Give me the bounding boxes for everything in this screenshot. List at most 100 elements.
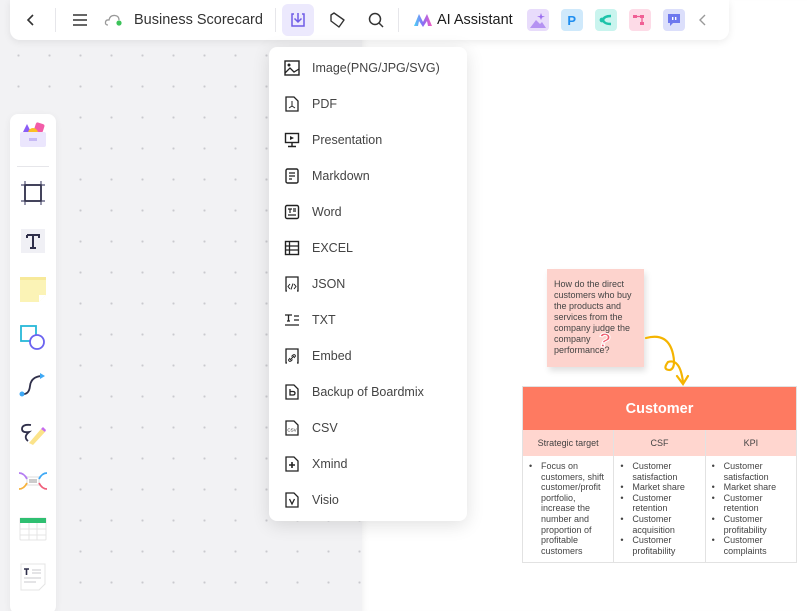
export-word[interactable]: Word [269, 194, 467, 230]
chevron-left-icon [698, 14, 706, 26]
image-generate-icon [529, 13, 546, 28]
frame-icon [21, 181, 45, 205]
sticky-note-icon [20, 277, 46, 302]
table-title: Customer [523, 387, 796, 430]
export-pdf[interactable]: PDF [269, 86, 467, 122]
column-header: KPI [743, 438, 759, 448]
export-image[interactable]: Image(PNG/JPG/SVG) [269, 50, 467, 86]
table-header-row: Strategic target CSF KPI [523, 430, 796, 456]
column-header: Strategic target [523, 430, 615, 456]
word-icon [283, 203, 301, 221]
ai-image-app[interactable] [526, 9, 549, 31]
connector-tool[interactable] [17, 369, 49, 401]
document-title[interactable]: Business Scorecard [134, 12, 263, 28]
export-visio[interactable]: Visio [269, 482, 467, 518]
export-button[interactable] [281, 4, 314, 36]
table-cell-csf[interactable]: Customer satisfactionMarket shareCustome… [614, 456, 706, 562]
back-button[interactable] [15, 4, 47, 36]
export-embed[interactable]: Embed [269, 338, 467, 374]
search-icon [368, 12, 384, 28]
image-icon [283, 59, 301, 77]
list-item: Focus on customers, shift customer/profi… [529, 461, 609, 556]
table-row: Focus on customers, shift customer/profi… [523, 456, 796, 562]
table-cell-kpi[interactable]: Customer satisfactionMarket shareCustome… [706, 456, 796, 562]
table-cell-strategic-target[interactable]: Focus on customers, shift customer/profi… [523, 456, 615, 562]
left-toolbar-divider [17, 166, 49, 167]
xmind-icon [283, 455, 301, 473]
tag-icon [330, 12, 345, 28]
list-item: Customer acquisition [620, 514, 700, 535]
export-txt[interactable]: TXT [269, 302, 467, 338]
boardmix-icon [283, 383, 301, 401]
document-title-area[interactable]: Business Scorecard [104, 12, 263, 28]
top-toolbar: Business Scorecard AI Assistant P [10, 0, 729, 40]
pen-icon [21, 423, 46, 445]
cloud-synced-icon [104, 13, 124, 27]
list-item: Market share [620, 482, 700, 493]
toolbar-divider [274, 8, 276, 32]
list-item: Customer complaints [712, 535, 792, 556]
visio-icon [283, 491, 301, 509]
export-excel[interactable]: EXCEL [269, 230, 467, 266]
list-item: Customer retention [620, 493, 700, 514]
list-item: Customer satisfaction [712, 461, 792, 482]
ai-presentation-app[interactable]: P [560, 9, 583, 31]
sticky-note-tool[interactable] [17, 273, 49, 305]
left-toolbar [10, 114, 56, 611]
presentation-p-icon: P [567, 12, 577, 28]
list-item: Market share [712, 482, 792, 493]
customer-scorecard-table[interactable]: Customer Strategic target CSF KPI Focus … [522, 386, 797, 563]
list-item: Customer profitability [712, 514, 792, 535]
mindmap-tool[interactable] [17, 465, 49, 497]
export-menu: Image(PNG/JPG/SVG) PDF Presentation Mark… [269, 47, 467, 521]
document-tool[interactable] [17, 561, 49, 593]
export-markdown[interactable]: Markdown [269, 158, 467, 194]
curved-arrow-icon[interactable] [640, 332, 690, 390]
markdown-icon [283, 167, 301, 185]
text-icon [21, 229, 45, 253]
sticky-note[interactable]: How do the direct customers who buy the … [547, 269, 644, 367]
excel-icon [283, 239, 301, 257]
export-presentation[interactable]: Presentation [269, 122, 467, 158]
embed-icon [283, 347, 301, 365]
ai-chat-app[interactable] [662, 9, 685, 31]
toolbar-divider [397, 8, 399, 32]
ai-flowchart-app[interactable] [628, 9, 651, 31]
export-csv[interactable]: CSV CSV [269, 410, 467, 446]
shapes-icon [20, 325, 45, 350]
txt-icon [283, 311, 301, 329]
document-icon [20, 563, 46, 591]
frame-tool[interactable] [17, 177, 49, 209]
tag-button[interactable] [322, 4, 354, 36]
csv-icon: CSV [283, 419, 301, 437]
main-menu-button[interactable] [64, 4, 96, 36]
shapes-tool[interactable] [17, 321, 49, 353]
list-item: Customer profitability [620, 535, 700, 556]
download-icon [291, 13, 305, 27]
templates-tool[interactable] [17, 119, 49, 151]
svg-text:CSV: CSV [287, 428, 296, 433]
json-icon [283, 275, 301, 293]
sticky-note-text: How do the direct customers who buy the … [554, 279, 632, 355]
column-header: CSF [614, 430, 706, 456]
table-icon [19, 517, 47, 541]
table-tool[interactable] [17, 513, 49, 545]
ai-assistant-button[interactable]: AI Assistant [413, 12, 513, 28]
list-item: Customer retention [712, 493, 792, 514]
ai-logo-icon [413, 14, 432, 27]
ai-mindmap-app[interactable] [594, 9, 617, 31]
presentation-icon [283, 131, 301, 149]
pen-tool[interactable] [17, 417, 49, 449]
export-xmind[interactable]: Xmind [269, 446, 467, 482]
export-json[interactable]: JSON [269, 266, 467, 302]
list-item: Customer satisfaction [620, 461, 700, 482]
templates-icon [20, 122, 46, 147]
chat-icon [667, 14, 680, 26]
export-boardmix-backup[interactable]: Backup of Boardmix [269, 374, 467, 410]
text-tool[interactable] [17, 225, 49, 257]
mindmap-icon [18, 472, 48, 490]
hamburger-icon [73, 14, 87, 26]
connector-icon [19, 373, 45, 397]
search-button[interactable] [360, 4, 392, 36]
collapse-toolbar-button[interactable] [693, 4, 713, 36]
